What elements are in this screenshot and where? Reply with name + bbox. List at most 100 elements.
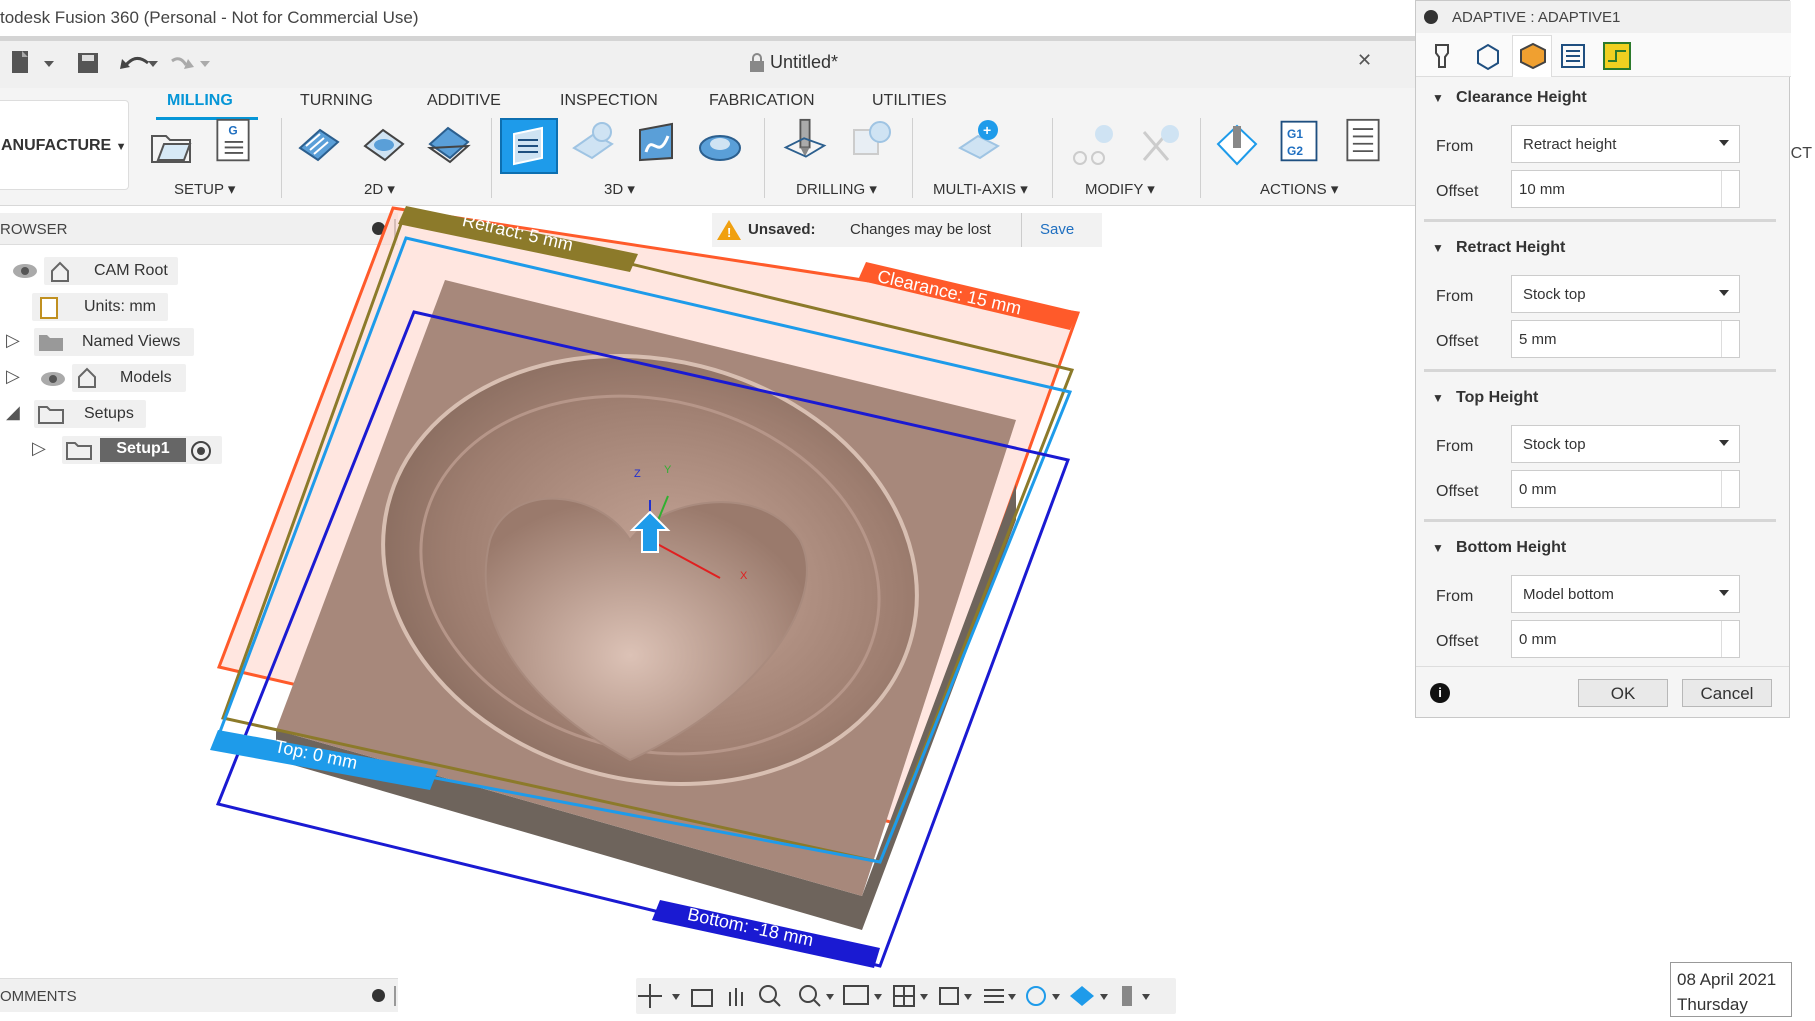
top-offset-input[interactable]: 0 mm xyxy=(1511,470,1740,508)
tree-item-label: Named Views xyxy=(82,333,181,350)
tab-fabrication[interactable]: FABRICATION xyxy=(709,92,815,110)
tool-tab-icon[interactable] xyxy=(1428,41,1458,71)
retract-from-select[interactable]: Stock top xyxy=(1511,275,1740,313)
file-icon[interactable] xyxy=(12,51,54,73)
refresh-icon[interactable] xyxy=(1026,986,1060,1006)
zoom-icon[interactable] xyxy=(759,985,781,1007)
footer-divider xyxy=(1416,666,1789,667)
group-drilling[interactable]: DRILLING ▾ xyxy=(796,180,877,198)
passes-tab-icon[interactable] xyxy=(1558,41,1588,71)
z-axis-label: Z xyxy=(634,468,641,480)
group-multi-axis[interactable]: MULTI-AXIS ▾ xyxy=(933,180,1028,198)
visibility-eye-icon[interactable] xyxy=(10,258,40,284)
redo-icon[interactable] xyxy=(171,57,210,69)
collapse-dialog-icon[interactable] xyxy=(1424,10,1438,24)
tab-utilities[interactable]: UTILITIES xyxy=(872,92,947,110)
section-collapse-icon[interactable]: ▼ xyxy=(1432,91,1444,105)
multi-axis-icon[interactable]: + xyxy=(956,118,1002,164)
new-setup-icon[interactable] xyxy=(148,122,194,168)
dialog-title: ADAPTIVE : ADAPTIVE1 xyxy=(1452,9,1621,26)
cancel-button[interactable]: Cancel xyxy=(1682,679,1772,707)
tab-additive[interactable]: ADDITIVE xyxy=(427,92,501,110)
bottom-from-select[interactable]: Model bottom xyxy=(1511,575,1740,613)
post-process-icon[interactable]: G1G2 xyxy=(1276,118,1322,164)
comments-panel-header: OMMENTS xyxy=(0,978,398,1012)
section-collapse-icon[interactable]: ▼ xyxy=(1432,541,1444,555)
save-icon[interactable] xyxy=(78,53,98,73)
workspace-switcher[interactable]: ANUFACTURE ▼ xyxy=(0,100,129,190)
tree-item-units[interactable]: Units: mm xyxy=(32,293,168,321)
stock-display-icon[interactable] xyxy=(1070,986,1108,1006)
offset-label: Offset xyxy=(1436,483,1479,500)
section-collapse-icon[interactable]: ▼ xyxy=(1432,391,1444,405)
linking-tab-icon[interactable] xyxy=(1602,41,1632,71)
expand-icon[interactable]: ▷ xyxy=(32,438,46,459)
clearance-offset-input[interactable]: 10 mm xyxy=(1511,170,1740,208)
look-at-icon[interactable] xyxy=(691,989,713,1007)
contour-icon[interactable] xyxy=(697,122,743,168)
hole-recognition-icon[interactable] xyxy=(848,118,894,164)
tree-item-label: Models xyxy=(120,369,172,386)
tool-display-icon[interactable] xyxy=(1122,986,1150,1006)
tab-inspection[interactable]: INSPECTION xyxy=(560,92,658,110)
expand-icon[interactable]: ▷ xyxy=(6,330,20,351)
spinner-icon[interactable] xyxy=(1721,171,1739,207)
clearance-from-select[interactable]: Retract height xyxy=(1511,125,1740,163)
adaptive-clearing-selected[interactable] xyxy=(500,118,558,174)
viewports-icon[interactable] xyxy=(939,987,972,1005)
tab-milling[interactable]: MILLING xyxy=(167,92,233,110)
undo-icon[interactable] xyxy=(120,57,158,69)
heights-tab-active[interactable] xyxy=(1512,35,1552,77)
tree-item-cam-root[interactable]: CAM Root xyxy=(44,257,178,285)
ok-button[interactable]: OK xyxy=(1578,679,1668,707)
info-icon[interactable]: i xyxy=(1430,683,1450,703)
display-settings-icon[interactable] xyxy=(843,985,882,1005)
delete-toolpath-icon[interactable] xyxy=(1136,122,1182,168)
group-2d[interactable]: 2D ▾ xyxy=(364,180,395,198)
spinner-icon[interactable] xyxy=(1721,621,1739,657)
setup-sheet-icon[interactable] xyxy=(1340,118,1386,164)
retract-offset-input[interactable]: 5 mm xyxy=(1511,320,1740,358)
close-tab-icon[interactable]: ✕ xyxy=(1357,50,1372,71)
spinner-icon[interactable] xyxy=(1721,471,1739,507)
nc-program-icon[interactable]: G xyxy=(210,118,256,164)
visibility-eye-icon[interactable] xyxy=(38,366,68,392)
group-setup[interactable]: SETUP ▾ xyxy=(174,180,235,198)
section-collapse-icon[interactable]: ▼ xyxy=(1432,241,1444,255)
top-from-select[interactable]: Stock top xyxy=(1511,425,1740,463)
drill-icon[interactable] xyxy=(782,118,828,164)
geometry-tab-icon[interactable] xyxy=(1472,41,1502,71)
bottom-offset-input[interactable]: 0 mm xyxy=(1511,620,1740,658)
parallel-icon[interactable] xyxy=(634,118,680,164)
group-3d-label: 3D xyxy=(604,181,624,198)
offset-label: Offset xyxy=(1436,333,1479,350)
ribbon-separator xyxy=(281,118,282,198)
section-title: Top Height xyxy=(1456,389,1539,406)
tree-item-named-views[interactable]: Named Views xyxy=(34,328,194,356)
group-actions[interactable]: ACTIONS ▾ xyxy=(1260,180,1338,198)
spinner-icon[interactable] xyxy=(1721,321,1739,357)
grid-icon[interactable] xyxy=(893,985,928,1007)
2d-pocket-icon[interactable] xyxy=(361,122,407,168)
group-3d[interactable]: 3D ▾ xyxy=(604,180,635,198)
open-folder-icon xyxy=(38,406,64,424)
group-modify[interactable]: MODIFY ▾ xyxy=(1085,180,1155,198)
orbit-move-icon[interactable] xyxy=(638,984,680,1008)
tree-item-setups[interactable]: Setups xyxy=(34,400,146,428)
dialog-tabs xyxy=(1416,33,1791,77)
pan-icon[interactable] xyxy=(729,988,743,1006)
tree-item-models[interactable]: Models xyxy=(72,364,186,392)
add-comment-icon[interactable] xyxy=(372,989,385,1002)
collapse-icon[interactable]: ◢ xyxy=(6,402,20,423)
zoom-window-icon[interactable] xyxy=(799,985,834,1007)
tab-turning[interactable]: TURNING xyxy=(300,92,373,110)
section-icon[interactable] xyxy=(984,989,1016,1003)
face-icon[interactable] xyxy=(426,122,472,168)
comments-grip-icon[interactable] xyxy=(394,986,396,1006)
3d-pocket-icon[interactable] xyxy=(570,118,616,164)
cut-icon[interactable] xyxy=(1070,122,1116,168)
expand-icon[interactable]: ▷ xyxy=(6,366,20,387)
2d-adaptive-icon[interactable] xyxy=(296,122,342,168)
simulate-icon[interactable] xyxy=(1214,122,1260,168)
tree-item-setup1[interactable]: Setup1 xyxy=(62,436,222,464)
